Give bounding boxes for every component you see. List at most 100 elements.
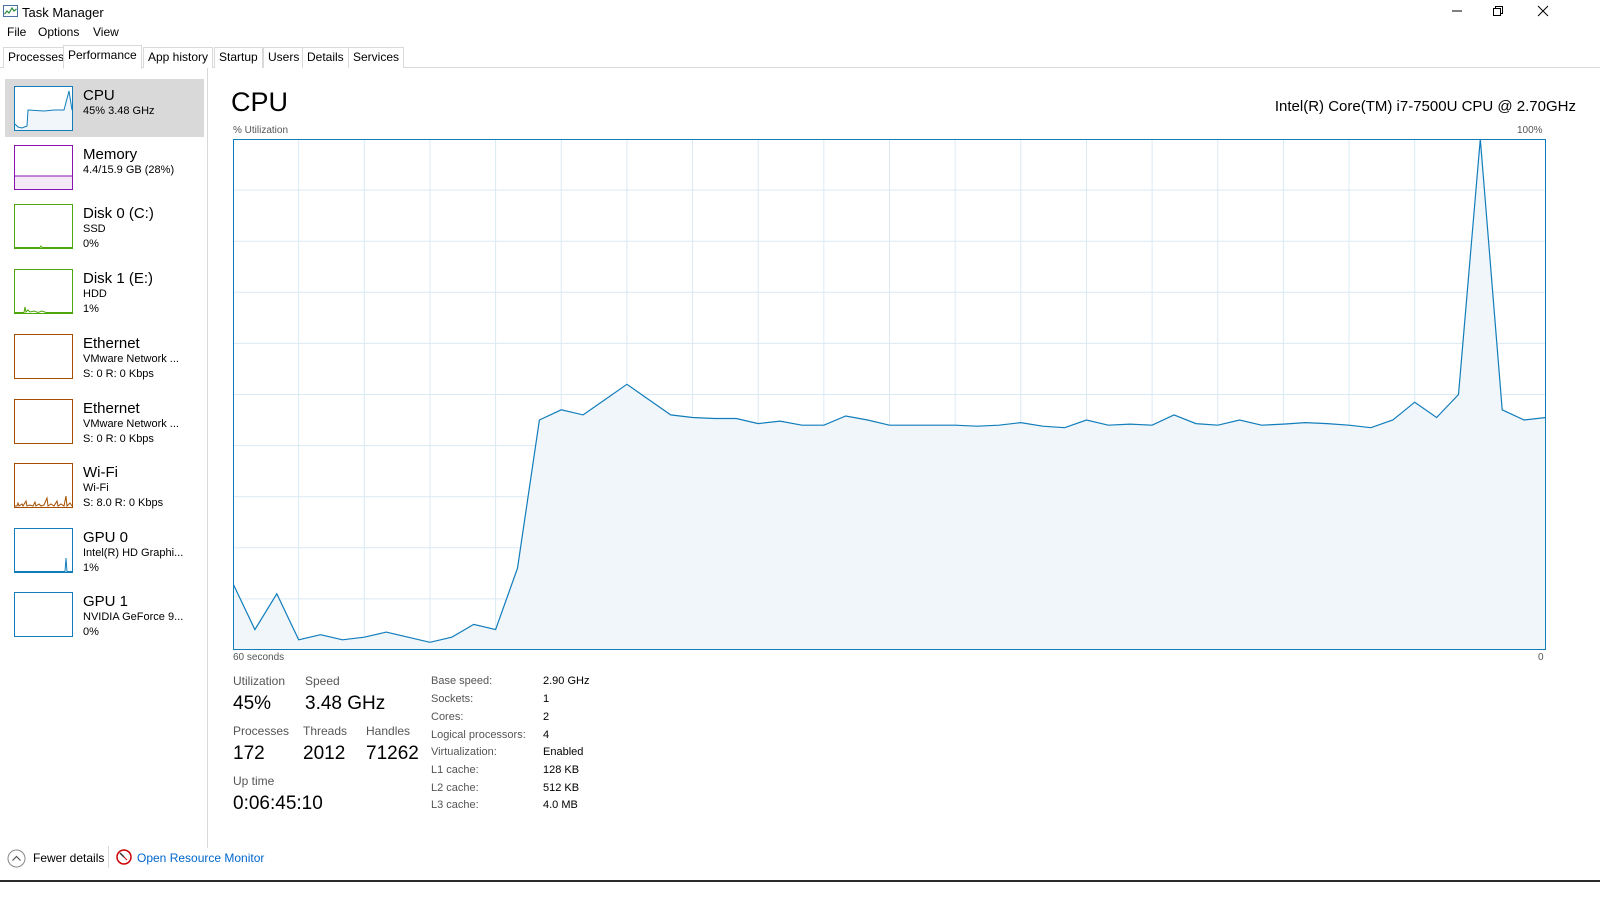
menu-file[interactable]: File	[7, 25, 26, 39]
resource-sidebar: CPU 45% 3.48 GHz Memory 4.4/15.9 GB (28%…	[0, 68, 208, 848]
detail-key: L1 cache:	[431, 764, 479, 776]
close-button[interactable]	[1520, 0, 1566, 22]
sidebar-subtitle: Intel(R) HD Graphi...	[83, 547, 184, 559]
tab-performance[interactable]: Performance	[63, 45, 142, 69]
footer-divider	[108, 846, 109, 868]
graph-x-left: 60 seconds	[233, 652, 285, 663]
tab-details[interactable]: Details	[302, 47, 349, 68]
detail-key: Sockets:	[431, 693, 474, 705]
restore-button[interactable]	[1475, 0, 1521, 22]
sidebar-value: 1%	[83, 303, 99, 315]
tab-services[interactable]: Services	[348, 47, 405, 68]
uptime-label: Up time	[233, 774, 275, 788]
sidebar-value: 0%	[83, 626, 99, 638]
sidebar-title: Disk 0 (C:)	[83, 205, 154, 222]
handles-value: 71262	[366, 743, 419, 764]
sidebar-title: CPU	[83, 87, 115, 104]
sidebar-value: 0%	[83, 238, 99, 250]
sidebar-item-gpu0[interactable]: GPU 0 Intel(R) HD Graphi... 1%	[5, 521, 204, 579]
detail-value: 4	[543, 729, 550, 741]
detail-value: 1	[543, 693, 550, 705]
cpu-thumbnail-graph	[14, 86, 73, 131]
sidebar-item-cpu[interactable]: CPU 45% 3.48 GHz	[5, 79, 204, 137]
detail-value: 512 KB	[543, 782, 580, 794]
sidebar-item-gpu1[interactable]: GPU 1 NVIDIA GeForce 9... 0%	[5, 585, 204, 643]
sidebar-subtitle: VMware Network ...	[83, 353, 179, 365]
tab-users[interactable]: Users	[263, 47, 305, 68]
bottom-edge	[0, 880, 1600, 882]
sidebar-title: GPU 0	[83, 529, 129, 546]
disk0-thumbnail-graph	[14, 204, 73, 249]
detail-value: Enabled	[543, 746, 584, 758]
detail-key: Logical processors:	[431, 729, 526, 741]
task-manager-icon	[3, 5, 18, 17]
threads-value: 2012	[303, 743, 346, 764]
utilization-label: Utilization	[233, 674, 286, 688]
sidebar-subtitle: Wi-Fi	[83, 482, 109, 494]
sidebar-subtitle: 45% 3.48 GHz	[83, 105, 155, 117]
sidebar-item-ethernet-1[interactable]: Ethernet VMware Network ... S: 0 R: 0 Kb…	[5, 327, 204, 385]
detail-key: Cores:	[431, 711, 464, 723]
resource-monitor-icon	[116, 849, 132, 865]
detail-value: 128 KB	[543, 764, 580, 776]
processes-label: Processes	[233, 724, 290, 738]
speed-label: Speed	[305, 674, 340, 688]
sidebar-value: 1%	[83, 562, 99, 574]
tab-processes[interactable]: Processes	[3, 47, 70, 68]
speed-value: 3.48 GHz	[305, 693, 386, 714]
sidebar-subtitle: NVIDIA GeForce 9...	[83, 611, 184, 623]
detail-key: Virtualization:	[431, 746, 497, 758]
sidebar-item-memory[interactable]: Memory 4.4/15.9 GB (28%)	[5, 138, 204, 196]
minimize-button[interactable]	[1434, 0, 1480, 22]
detail-value: 2.90 GHz	[543, 675, 590, 687]
graph-y-max: 100%	[1517, 125, 1543, 136]
threads-label: Threads	[303, 724, 348, 738]
wifi-thumbnail-graph	[14, 463, 73, 508]
detail-value: 2	[543, 711, 550, 723]
tab-app-history[interactable]: App history	[143, 47, 214, 68]
menu-view[interactable]: View	[93, 25, 119, 39]
sidebar-item-disk0[interactable]: Disk 0 (C:) SSD 0%	[5, 197, 204, 255]
sidebar-item-ethernet-2[interactable]: Ethernet VMware Network ... S: 0 R: 0 Kb…	[5, 392, 204, 450]
sidebar-title: GPU 1	[83, 593, 129, 610]
sidebar-subtitle: HDD	[83, 288, 107, 300]
open-resource-monitor-label[interactable]: Open Resource Monitor	[137, 851, 264, 865]
ethernet-thumbnail-graph	[14, 399, 73, 444]
cpu-utilization-graph	[233, 139, 1546, 650]
window-title: Task Manager	[22, 5, 104, 20]
menu-options[interactable]: Options	[38, 25, 79, 39]
handles-label: Handles	[366, 724, 411, 738]
uptime-value: 0:06:45:10	[233, 793, 323, 814]
detail-value: 4.0 MB	[543, 799, 578, 811]
detail-key: L3 cache:	[431, 799, 479, 811]
minimize-icon	[1452, 10, 1462, 12]
sidebar-subtitle: VMware Network ...	[83, 418, 179, 430]
disk1-thumbnail-graph	[14, 269, 73, 314]
sidebar-value: S: 8.0 R: 0 Kbps	[83, 497, 164, 509]
sidebar-value: S: 0 R: 0 Kbps	[83, 368, 154, 380]
sidebar-title: Wi-Fi	[83, 464, 118, 481]
sidebar-item-disk1[interactable]: Disk 1 (E:) HDD 1%	[5, 262, 204, 320]
cpu-model-name: Intel(R) Core(TM) i7-7500U CPU @ 2.70GHz	[1274, 98, 1576, 115]
sidebar-subtitle: SSD	[83, 223, 106, 235]
sidebar-title: Ethernet	[83, 400, 140, 417]
sidebar-value: S: 0 R: 0 Kbps	[83, 433, 154, 445]
detail-key: Base speed:	[431, 675, 493, 687]
gpu0-thumbnail-graph	[14, 528, 73, 573]
utilization-value: 45%	[233, 693, 272, 714]
sidebar-subtitle: 4.4/15.9 GB (28%)	[83, 164, 175, 176]
tab-startup[interactable]: Startup	[214, 47, 263, 68]
close-icon	[1537, 5, 1549, 17]
title-bar: Task Manager	[0, 0, 1600, 24]
ethernet-thumbnail-graph	[14, 334, 73, 379]
fewer-details-label[interactable]: Fewer details	[33, 851, 104, 865]
sidebar-item-wifi[interactable]: Wi-Fi Wi-Fi S: 8.0 R: 0 Kbps	[5, 456, 204, 514]
sidebar-title: Disk 1 (E:)	[83, 270, 154, 287]
sidebar-title: Memory	[83, 146, 138, 163]
sidebar-title: Ethernet	[83, 335, 140, 352]
graph-x-right: 0	[1538, 652, 1544, 663]
gpu1-thumbnail-graph	[14, 592, 73, 637]
restore-icon	[1493, 6, 1503, 16]
detail-key: L2 cache:	[431, 782, 479, 794]
graph-y-label: % Utilization	[233, 125, 289, 136]
